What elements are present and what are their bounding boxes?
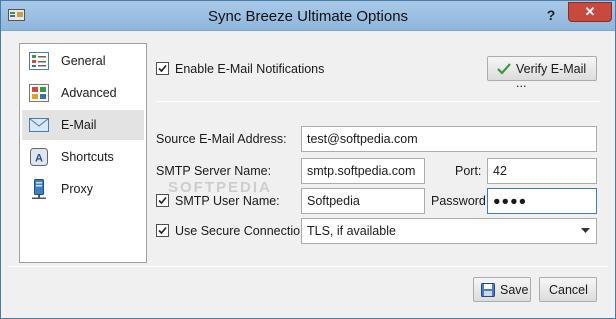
checkmark-icon [158,64,167,73]
enable-email-label: Enable E-Mail Notifications [175,62,325,76]
watermark: SOFTPEDIA [168,179,272,196]
shortcut-key-icon: A [28,146,50,168]
sidebar-item-proxy[interactable]: Proxy [22,174,144,204]
smtp-server-input[interactable]: smtp.softpedia.com [301,158,425,184]
port-label: Port: [455,164,482,178]
source-email-label: Source E-Mail Address: [156,132,287,146]
secure-connection-value: TLS, if available [307,224,396,238]
enable-email-checkbox[interactable] [156,62,169,75]
check-icon [496,61,512,77]
password-input[interactable]: ●●●● [487,188,597,214]
password-label: Password: [431,194,490,208]
help-button[interactable]: ? [541,5,561,25]
footer-separator [8,266,608,267]
proxy-server-icon [28,178,50,200]
port-input[interactable]: 42 [487,158,597,184]
sidebar-item-label: Proxy [61,182,93,196]
sidebar-item-shortcuts[interactable]: A Shortcuts [22,142,144,172]
dialog-content: General Advanced E-Mail A Shortcuts Prox… [8,31,608,313]
floppy-disk-icon [480,282,496,298]
sidebar-item-label: Advanced [61,86,117,100]
secure-connection-select[interactable]: TLS, if available [301,218,597,244]
general-icon [28,50,50,72]
window-title: Sync Breeze Ultimate Options [207,8,409,25]
checkmark-icon [158,226,167,235]
secure-connection-checkbox[interactable] [156,224,169,237]
separator [156,101,599,102]
svg-text:A: A [35,153,43,165]
close-button[interactable]: ✕ [568,2,612,22]
chevron-down-icon [581,228,590,233]
cancel-button[interactable]: Cancel [539,277,597,302]
sidebar-item-general[interactable]: General [22,46,144,76]
smtp-user-label: SMTP User Name: [175,194,280,208]
verify-email-label: Verify E-Mail ... [516,62,587,90]
save-button[interactable]: Save [473,277,531,302]
options-window: Sync Breeze Ultimate Options ? ✕ General… [0,0,616,319]
smtp-user-input[interactable]: Softpedia [301,188,425,214]
sidebar-item-email[interactable]: E-Mail [22,110,144,140]
verify-email-button[interactable]: Verify E-Mail ... [487,56,597,90]
secure-connection-label: Use Secure Connection: [175,224,311,238]
options-sidebar: General Advanced E-Mail A Shortcuts Prox… [19,43,147,263]
checkmark-icon [158,196,167,205]
title-bar: Sync Breeze Ultimate Options ? ✕ [1,1,615,31]
sidebar-item-advanced[interactable]: Advanced [22,78,144,108]
advanced-icon [28,82,50,104]
save-label: Save [500,283,529,297]
source-email-input[interactable]: test@softpedia.com [301,126,597,152]
cancel-label: Cancel [549,283,588,297]
envelope-icon [28,114,50,136]
sidebar-item-label: E-Mail [61,118,97,132]
sidebar-item-label: General [61,54,106,68]
sidebar-item-label: Shortcuts [61,150,114,164]
smtp-server-label: SMTP Server Name: [156,164,272,178]
